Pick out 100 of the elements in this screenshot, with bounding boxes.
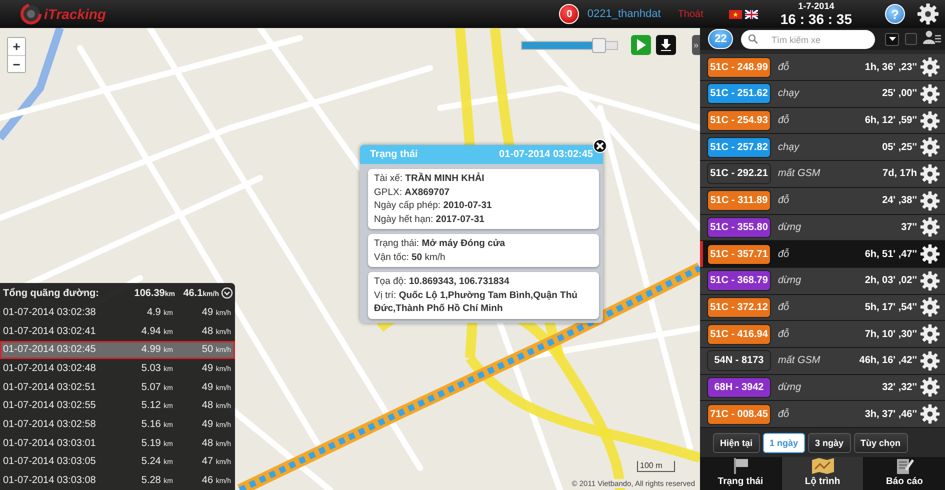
date-text: 1-7-2014 [798,2,834,11]
collapse-button[interactable]: » [692,35,700,55]
play-button[interactable] [631,35,651,55]
info-text: Vị trí: Quốc Lộ 1,Phường Tam Bình,Quận Thủ Đức,Thành Phố Hồ Chí Minh [374,288,578,316]
map-icon [812,458,834,474]
popup-title: Trạng thái [370,149,418,160]
summary-label: Tổng quãng đường: [3,288,100,299]
duration-text: 32' ,32'' [882,382,917,393]
plate-tag: 51C - 355.80 [708,218,770,237]
duration-text: 7h, 10' ,30'' [864,328,917,340]
plate-tag: 51C - 357.71 [708,244,770,264]
plate-tag: 51C - 254.93 [708,111,770,130]
plate-tag: 71C - 008.45 [708,404,770,424]
slider-thumb[interactable] [592,38,606,52]
plate-tag: 51C - 251.62 [708,84,770,104]
settings-icon[interactable] [920,297,940,318]
settings-icon[interactable] [920,217,940,238]
info-text: GPLX: AX869707 [374,186,451,199]
nav-tab[interactable]: Báo cáo [864,457,945,490]
info-text: Tài xế: TRẦN MINH KHẢI [374,172,486,186]
settings-icon[interactable] [920,84,940,104]
vehicle-row[interactable]: 68H - 3942 dừng 32' ,32'' [700,374,945,402]
settings-icon[interactable] [920,137,940,158]
settings-icon[interactable] [920,377,940,398]
user-list-icon[interactable] [923,30,941,44]
plate-tag: 51C - 416.94 [708,324,770,344]
time-filter-button[interactable]: 3 ngày [808,433,851,453]
report-icon [896,458,914,474]
nav-tab[interactable]: Trạng thái [700,457,781,490]
logo-text: iTracking [44,6,106,22]
timestamp-cell-text: 01-07-2014 03:02:55 [3,400,97,412]
time-filter-button[interactable]: Hiện tại [713,433,760,453]
status-text: mất GSM [778,168,822,180]
download-icon [661,39,671,51]
settings-icon[interactable] [920,110,940,131]
timestamp-cell-text: 01-07-2014 03:03:08 [3,475,97,486]
settings-icon[interactable] [920,324,940,344]
settings-icon[interactable] [920,350,940,371]
dropdown-button[interactable] [885,32,900,46]
flag-icon[interactable] [729,10,742,18]
caret-icon [888,37,896,42]
vehicle-row[interactable]: 51C - 368.79 dừng 2h, 03' ,02'' [700,268,945,295]
plate-tag: 51C - 248.99 [708,58,770,77]
status-text: đỗ [778,195,790,206]
settings-icon[interactable] [920,57,940,78]
close-button[interactable] [593,139,607,153]
plate-tag: 51C - 257.82 [708,138,770,157]
status-text: đỗ [778,248,790,260]
plate-tag: 68H - 3942 [708,378,770,397]
vehicle-row[interactable]: 51C - 372.12 đỗ 5h, 17' ,54'' [700,294,945,322]
status-text: đỗ [778,408,790,420]
zoom-out-button[interactable]: − [8,55,25,72]
search-field[interactable]: Tìm kiếm xe [741,30,876,50]
vehicle-row[interactable]: 51C - 251.62 chạy 25' ,00'' [700,81,945,108]
flag-icon[interactable] [745,10,758,18]
expand-icon[interactable] [221,287,233,300]
vehicle-row[interactable]: 51C - 254.93 đỗ 6h, 12' ,59'' [700,108,945,134]
time-filter-button[interactable]: Tùy chọn [854,433,908,453]
info-text: Ngày cấp phép: 2010-07-31 [374,199,493,212]
duration-text: 7d, 17h [882,168,917,180]
vehicle-row[interactable]: 51C - 416.94 đỗ 7h, 10' ,30'' [700,321,945,348]
settings-icon[interactable] [920,404,940,424]
vehicle-count-badge: 22 [708,29,734,50]
settings-icon[interactable] [920,190,940,211]
duration-text: 05' ,25'' [882,142,917,153]
duration-text: 2h, 03' ,02'' [864,275,917,286]
flag-icon [732,458,750,474]
status-text: dừng [778,222,802,233]
duration-text: 1h, 36' ,23'' [864,62,917,73]
timestamp-cell-text: 01-07-2014 03:02:58 [3,419,97,430]
timestamp-cell-text: 01-07-2014 03:02:41 [3,326,97,337]
vehicle-row[interactable]: 51C - 311.89 đỗ 24' ,38'' [700,188,945,214]
vehicle-row[interactable]: 51C - 248.99 đỗ 1h, 36' ,23'' [700,54,945,82]
timestamp-cell-text: 01-07-2014 03:03:01 [3,438,97,449]
duration-text: 5h, 17' ,54'' [864,302,917,313]
settings-icon[interactable] [917,3,939,25]
duration-text: 24' ,38'' [882,195,917,206]
plate-tag: 51C - 368.79 [708,271,770,290]
settings-icon[interactable] [920,164,940,184]
duration-text: 3h, 37' ,46'' [864,408,917,420]
vehicle-row[interactable]: 51C - 292.21 mất GSM 7d, 17h [700,161,945,188]
plate-tag: 51C - 372.12 [708,298,770,317]
info-text: Vận tốc: 50 km/h [374,250,446,264]
vehicle-row[interactable]: 51C - 355.80 dừng 37'' [700,214,945,242]
nav-tab[interactable]: Lộ trình [782,457,863,490]
settings-icon[interactable] [920,270,940,291]
status-text: dừng [778,275,802,286]
vehicle-row[interactable]: 51C - 257.82 chạy 05' ,25'' [700,134,945,162]
settings-icon[interactable] [920,244,940,264]
download-button[interactable] [656,35,676,55]
username-link[interactable]: 0221_thanhdat [587,8,661,20]
select-all-checkbox[interactable] [905,33,917,46]
timestamp-cell-text: 01-07-2014 03:03:05 [3,456,97,468]
alert-count-badge[interactable]: 0 [559,4,580,24]
vehicle-row[interactable]: 51C - 357.71 đỗ 6h, 51' ,47'' [700,241,945,268]
vehicle-row[interactable]: 54N - 8173 mất GSM 46h, 16' ,42'' [700,348,945,375]
timestamp-cell-text: 01-07-2014 03:02:38 [3,306,97,318]
vehicle-row[interactable]: 71C - 008.45 đỗ 3h, 37' ,46'' [700,401,945,428]
popup-timestamp: 01-07-2014 03:02:45 [499,149,593,160]
status-text: đỗ [778,328,790,340]
